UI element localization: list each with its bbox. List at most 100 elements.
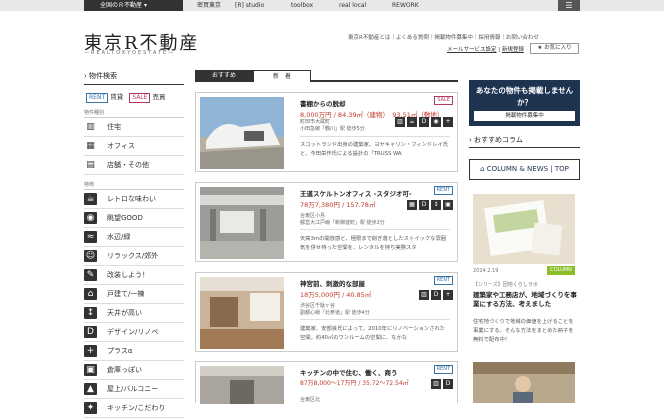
nav-link-rework[interactable]: REWORK: [392, 0, 419, 11]
sidebar-item-view[interactable]: ◉ 眺望GOOD: [84, 209, 184, 228]
sidebar-item-detached[interactable]: ⌂ 戸建て/一棟: [84, 285, 184, 304]
sidebar-item-renovate[interactable]: ✎ 改装しよう！: [84, 266, 184, 285]
sidebar-item-label: 戸建て/一棟: [107, 290, 145, 298]
region-dropdown[interactable]: 全国のＲ不動産 ▾: [84, 0, 183, 11]
article-series[interactable]: 【シリーズ】団地くらしラボ: [473, 281, 538, 288]
listing-price: 78万7,380円 / 157.78㎡: [300, 201, 376, 209]
column-news-label: COLUMN & NEWS | TOP: [486, 165, 569, 173]
sidebar-item-label: 水辺/緑: [107, 233, 131, 241]
listing-title[interactable]: キッチンの中で住む、働く、商う: [300, 367, 398, 377]
register-link[interactable]: 新規登録: [502, 47, 524, 53]
column-badge: COLUMN: [547, 266, 575, 275]
listing-recruit-banner[interactable]: あなたの物件も掲載しませんか？ 掲載物件募集中: [469, 80, 580, 126]
column-article-image[interactable]: [473, 362, 575, 403]
nav-link-studio[interactable]: [R] studio: [235, 0, 264, 11]
listing-photo[interactable]: [200, 97, 284, 169]
sidebar-item-retro[interactable]: ☕ レトロな味わい: [84, 190, 184, 209]
rent-label[interactable]: 賃貸: [110, 93, 123, 101]
listing-photo[interactable]: [200, 277, 284, 349]
rent-badge: RENT: [433, 365, 453, 374]
sidebar-item-shop[interactable]: ▤ 店舗・その他: [84, 156, 184, 175]
article-title[interactable]: 建築家や工務店が、地域づくりを事業にする方法、考えました: [473, 291, 577, 309]
listing-station: 小田急線「鶴川」駅 徒歩5分: [300, 126, 365, 132]
header-links[interactable]: 東京R不動産とは｜よくある質問｜掲載物件募集中｜採用情報｜お問い合わせ: [348, 33, 539, 41]
sidebar-item-plus[interactable]: + プラスα: [84, 342, 184, 361]
column-article-image[interactable]: [473, 194, 575, 264]
feature-icons: ▦ D ↕ ▣: [407, 200, 453, 210]
hamburger-menu-icon[interactable]: ☰: [558, 0, 580, 11]
sidebar-item-label: 住宅: [107, 123, 121, 131]
sidebar-item-label: 眺望GOOD: [107, 214, 143, 222]
plus-icon: +: [84, 345, 97, 357]
rooftop-icon: ▲: [84, 383, 97, 395]
listing-station: 副都心線「北参道」駅 徒歩4分: [300, 310, 370, 316]
sidebar-item-label: 店舗・その他: [107, 161, 149, 169]
chevron-right-icon: ›: [469, 136, 472, 144]
listing-description: スコットランド出身の建築家、ヨヤキャリン・フィンドレイ氏と、今田栄作氏による設計…: [300, 142, 449, 157]
article-description: 住宅地づくりで地域の価値を上げることを事業にする。そんな方法をまとめた冊子を無料…: [473, 319, 574, 343]
office-icon: ▦: [407, 200, 417, 210]
listing-title[interactable]: 書棚からの脱却: [300, 98, 346, 108]
rent-tag[interactable]: RENT: [86, 93, 109, 103]
warehouse-icon: ▣: [84, 364, 97, 376]
sidebar-item-rooftop[interactable]: ▲ 屋上/バルコニー: [84, 380, 184, 399]
sidebar-item-label: レトロな味わい: [107, 195, 156, 203]
sidebar-item-office[interactable]: ▦ オフィス: [84, 137, 184, 156]
listing-tabs: おすすめ 新 着: [195, 69, 458, 82]
nav-link-toolbox[interactable]: toolbox: [291, 0, 313, 11]
sidebar-item-house[interactable]: ▥ 住宅: [84, 118, 184, 137]
divider: [300, 229, 450, 230]
sidebar-item-label: リラックス/郊外: [107, 252, 159, 260]
sale-tag[interactable]: SALE: [129, 93, 151, 103]
column-heading: › おすすめコラム: [469, 135, 580, 148]
plus-icon: +: [443, 117, 453, 127]
listing-station: 都営大江戸線「新御徒町」駅 徒歩2分: [300, 220, 385, 226]
sidebar-item-water[interactable]: ≈ 水辺/緑: [84, 228, 184, 247]
region-dropdown-label: 全国のＲ不動産: [100, 2, 143, 9]
column-news-button[interactable]: ⌂ COLUMN & NEWS | TOP: [469, 159, 580, 180]
site-logo-subtitle: —REALTOKYOESTATE—: [84, 50, 176, 56]
sale-label[interactable]: 売買: [153, 93, 166, 101]
nav-link-reallocal[interactable]: real local: [339, 0, 366, 11]
design-icon: D: [419, 200, 429, 210]
chevron-down-icon: ▾: [143, 2, 147, 9]
favorites-button[interactable]: ★ お気に入り: [530, 43, 579, 54]
sidebar-item-label: プラスα: [107, 347, 133, 355]
office-icon: ▦: [86, 141, 95, 151]
nav-link-mitsubai[interactable]: 密買東京: [197, 0, 221, 11]
listing-title[interactable]: 神宮前、刺激的な部屋: [300, 278, 365, 288]
rent-badge: RENT: [433, 186, 453, 195]
listing-description: 天高3mの開放感と、極限まで削ぎ落としたストイックな雰囲気を併せ持った空間を、レ…: [300, 236, 447, 251]
sidebar-item-warehouse[interactable]: ▣ 倉庫っぽい: [84, 361, 184, 380]
mail-service-link[interactable]: メールサービス設定: [447, 47, 497, 53]
listing-card[interactable]: キッチンの中で住む、働く、商う RENT 87万8,000〜17万円 / 35.…: [195, 361, 458, 404]
listing-card[interactable]: 書棚からの脱却 SALE 8,000万円 / 84.39㎡（建物） 93.51㎡…: [195, 92, 458, 172]
listing-card[interactable]: 神宮前、刺激的な部屋 RENT 18万5,000円 / 40.85㎡ ▥ D + 渋…: [195, 272, 458, 352]
sidebar-item-kitchen[interactable]: ✦ キッチン/こだわり: [84, 399, 184, 418]
article-date: 2024.2.19: [473, 268, 499, 274]
sidebar-item-design[interactable]: D デザイン/リノベ: [84, 323, 184, 342]
divider: [300, 136, 450, 137]
plus-icon: +: [443, 290, 453, 300]
feature-icons: ▥ ☕ D ◉ +: [395, 117, 453, 127]
listing-photo[interactable]: [200, 187, 284, 259]
more-icon: ✦: [84, 402, 97, 414]
listing-title[interactable]: 王道スケルトンオフィス -スタジオ可-: [300, 188, 412, 198]
listing-photo[interactable]: [200, 366, 284, 404]
banner-title: あなたの物件も掲載しませんか？: [475, 86, 574, 107]
tab-recommended[interactable]: おすすめ: [195, 70, 253, 82]
ceiling-icon: ↕: [431, 200, 441, 210]
relax-icon: ☺: [84, 250, 97, 262]
home-icon: ⌂: [480, 165, 485, 173]
listing-card[interactable]: 王道スケルトンオフィス -スタジオ可- RENT 78万7,380円 / 157…: [195, 182, 458, 262]
sidebar-item-ceiling[interactable]: ↕ 天井が高い: [84, 304, 184, 323]
chevron-right-icon: ›: [84, 72, 87, 80]
sidebar-item-label: オフィス: [107, 142, 135, 150]
sidebar-item-relax[interactable]: ☺ リラックス/郊外: [84, 247, 184, 266]
warehouse-icon: ▣: [443, 200, 453, 210]
tab-new[interactable]: 新 着: [253, 70, 311, 82]
cup-icon: ☕: [84, 193, 97, 205]
eye-icon: ◉: [84, 212, 97, 224]
sidebar-item-label: 屋上/バルコニー: [107, 385, 159, 393]
recruit-button[interactable]: 掲載物件募集中: [474, 111, 575, 121]
